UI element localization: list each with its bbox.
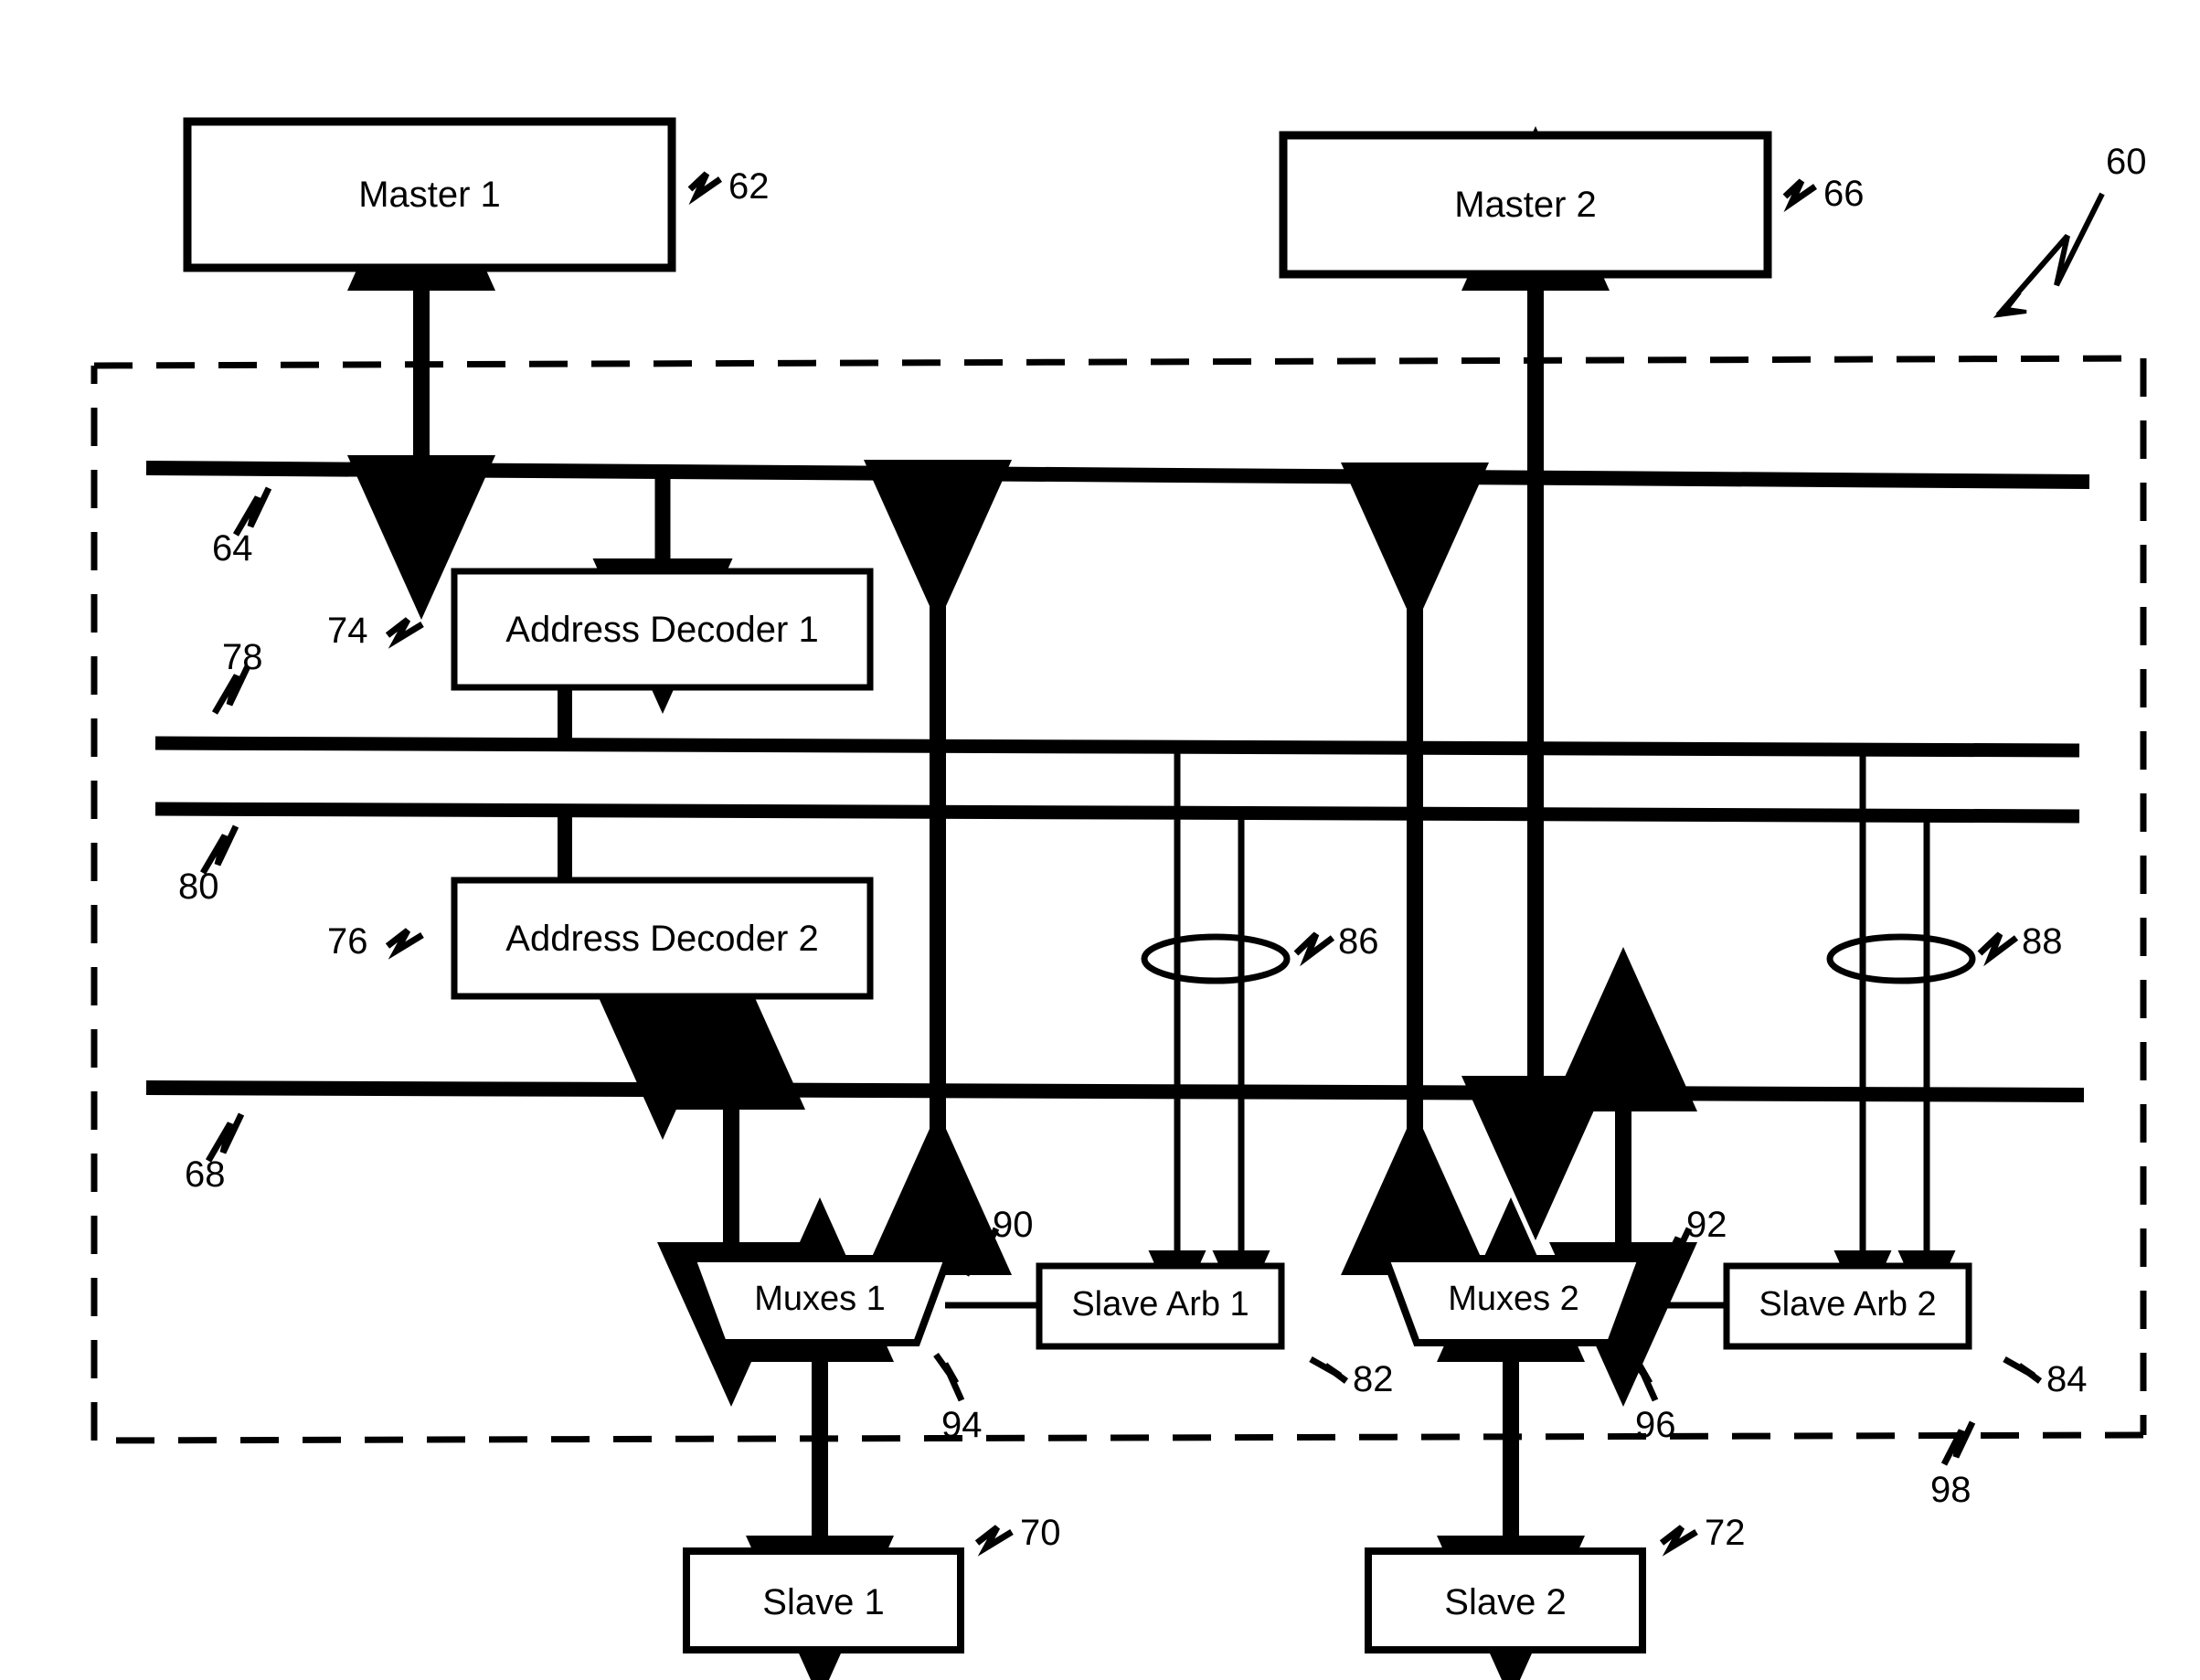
- bus-64-line: [145, 461, 2090, 489]
- master2-label: Master 2: [1454, 185, 1597, 225]
- address-decoder-2-label: Address Decoder 2: [505, 919, 819, 959]
- leader-86: [1293, 931, 1335, 967]
- ref-number-96: 96: [1635, 1405, 1676, 1445]
- leader-62: [687, 171, 722, 206]
- ref-number-68: 68: [185, 1154, 226, 1195]
- leader-88: [1977, 931, 2019, 967]
- control-lines-group-88: [1833, 748, 1956, 1314]
- master1-label: Master 1: [358, 175, 501, 215]
- patent-figure-svg: [90, 117, 2147, 1680]
- ref-number-70: 70: [1020, 1513, 1061, 1553]
- slave-arb-2-label: Slave Arb 2: [1759, 1285, 1937, 1324]
- leader-70: [974, 1525, 1014, 1557]
- ref-number-88: 88: [2022, 921, 2063, 962]
- ref-number-84: 84: [2046, 1359, 2088, 1399]
- ref-number-92: 92: [1686, 1205, 1727, 1245]
- bus-78-line: [154, 736, 2080, 758]
- ref-number-80: 80: [178, 867, 219, 907]
- ref-number-66: 66: [1823, 174, 1865, 214]
- leader-96: [1627, 1352, 1659, 1402]
- leader-72: [1659, 1525, 1698, 1557]
- ref-number-90: 90: [993, 1205, 1034, 1245]
- ref-number-78: 78: [222, 637, 263, 677]
- slave-1-label: Slave 1: [762, 1582, 885, 1622]
- leader-92: [1655, 1227, 1693, 1277]
- ref-number-60: 60: [2106, 142, 2147, 182]
- leader-98: [1940, 1420, 1976, 1466]
- bus-68-line: [145, 1080, 2085, 1102]
- ref-number-86: 86: [1338, 921, 1379, 962]
- ref-number-72: 72: [1705, 1513, 1746, 1553]
- ellipse-marker-86: [1141, 933, 1291, 984]
- leader-84: [2003, 1356, 2043, 1384]
- figure-canvas: Master 1 Master 2 Address Decoder 1 Addr…: [0, 0, 2200, 1680]
- slave-2-label: Slave 2: [1444, 1582, 1567, 1622]
- ref-number-82: 82: [1353, 1359, 1394, 1399]
- address-decoder-1-label: Address Decoder 1: [505, 610, 819, 650]
- muxes-2-label: Muxes 2: [1448, 1280, 1579, 1318]
- leader-74: [385, 617, 424, 649]
- slave-arb-1-label: Slave Arb 1: [1071, 1285, 1249, 1324]
- ref-number-76: 76: [327, 921, 368, 962]
- leader-66: [1782, 178, 1817, 213]
- ref-number-64: 64: [212, 528, 253, 569]
- ref-number-74: 74: [327, 611, 368, 651]
- ref-number-98: 98: [1930, 1470, 1971, 1510]
- leader-82: [1309, 1356, 1349, 1384]
- leader-76: [385, 928, 424, 960]
- leader-94: [933, 1352, 965, 1402]
- muxes-1-label: Muxes 1: [754, 1280, 886, 1318]
- control-lines-group-86: [1148, 748, 1270, 1314]
- ellipse-marker-88: [1826, 933, 1976, 984]
- ref-number-94: 94: [941, 1405, 983, 1445]
- ref-number-62: 62: [728, 166, 770, 207]
- bus-80-line: [154, 802, 2080, 824]
